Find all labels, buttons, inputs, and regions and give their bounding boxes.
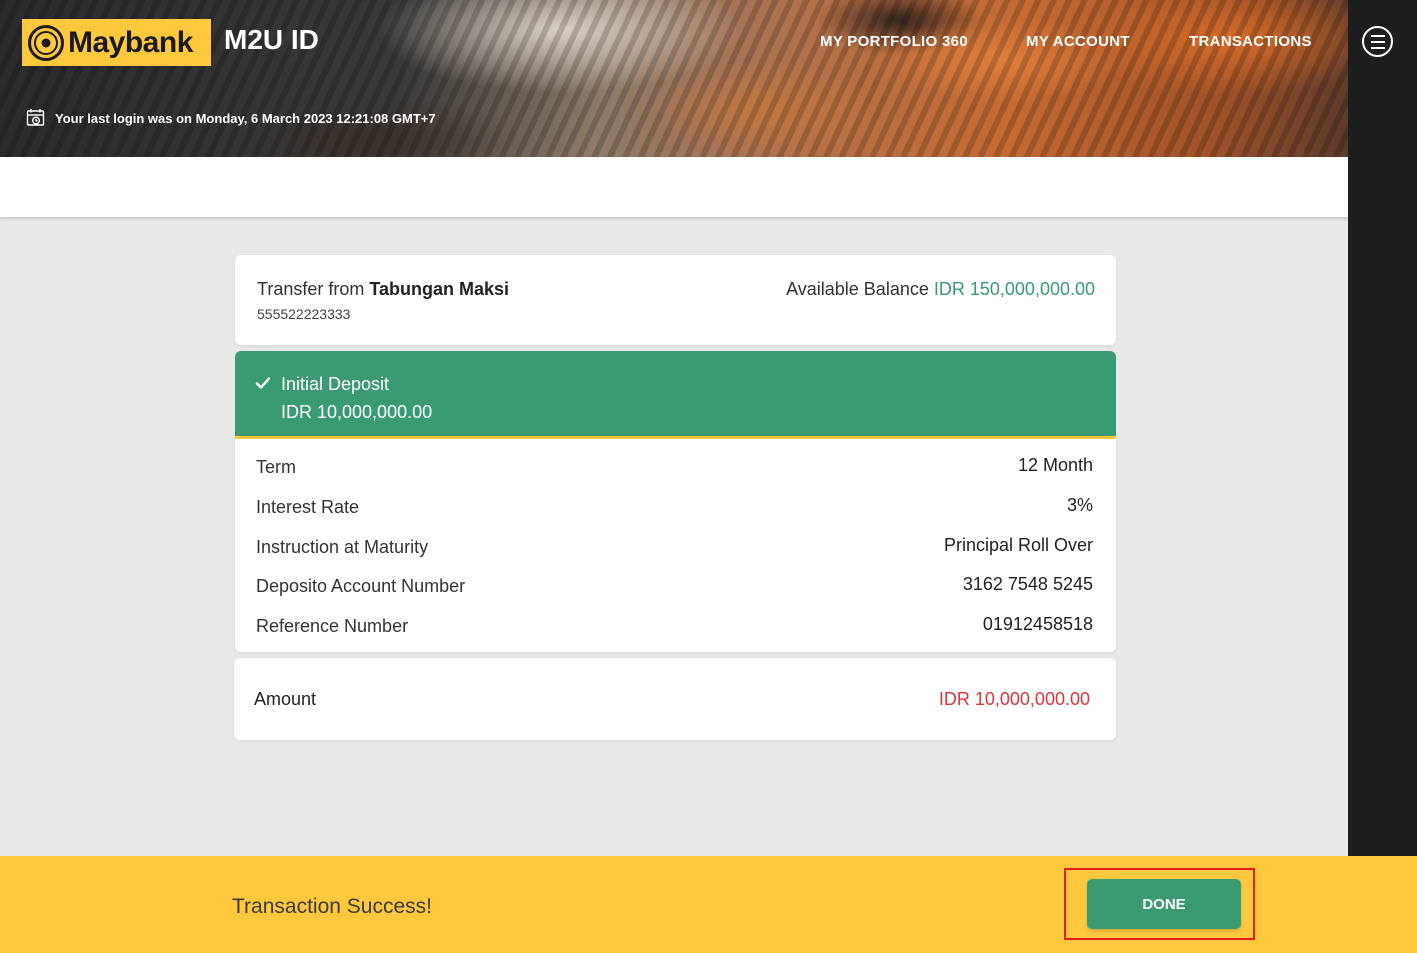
deposit-status-amount: IDR 10,000,000.00	[281, 402, 433, 422]
checkmark-icon	[255, 377, 271, 389]
last-login-text: Your last login was on Monday, 6 March 2…	[55, 110, 436, 126]
nav-transactions[interactable]: TRANSACTIONS	[1189, 33, 1312, 50]
footer-bar: Transaction Success! DONE	[0, 856, 1417, 953]
amount-label: Amount	[254, 689, 317, 709]
right-rail	[1348, 0, 1417, 857]
maybank-logo[interactable]: Maybank	[22, 19, 211, 66]
detail-row-term: Term 12 Month	[256, 455, 1093, 479]
calendar-clock-icon	[26, 109, 45, 126]
detail-value: 3%	[1066, 495, 1093, 515]
menu-button[interactable]	[1362, 26, 1393, 57]
detail-value: 12 Month	[1017, 455, 1093, 475]
transaction-success-message: Transaction Success!	[232, 895, 432, 918]
amount-card: Amount IDR 10,000,000.00	[234, 658, 1116, 740]
available-balance: Available Balance IDR 150,000,000.00	[786, 279, 1095, 299]
done-button[interactable]: DONE	[1087, 879, 1241, 929]
source-account-number: 555522223333	[257, 306, 351, 322]
detail-row-instruction-at-maturity: Instruction at Maturity Principal Roll O…	[256, 535, 1093, 559]
detail-label: Instruction at Maturity	[256, 537, 429, 557]
detail-value: 3162 7548 5245	[962, 574, 1093, 594]
detail-label: Reference Number	[256, 616, 409, 636]
sub-header-band	[0, 157, 1348, 217]
detail-label: Deposito Account Number	[256, 576, 466, 596]
source-account-card: Transfer from Tabungan Maksi 55552222333…	[235, 255, 1116, 345]
deposit-details-card: Term 12 Month Interest Rate 3% Instructi…	[235, 439, 1116, 652]
logo-text: Maybank	[68, 25, 193, 59]
detail-row-reference-number: Reference Number 01912458518	[256, 614, 1093, 638]
deposit-status-band: Initial Deposit IDR 10,000,000.00	[235, 351, 1116, 439]
deposit-status-label: Initial Deposit	[281, 374, 390, 394]
maybank-logo-icon	[28, 24, 64, 61]
detail-label: Term	[256, 457, 296, 477]
nav-my-portfolio-360[interactable]: MY PORTFOLIO 360	[820, 33, 968, 50]
nav-my-account[interactable]: MY ACCOUNT	[1026, 33, 1130, 50]
source-account-name: Tabungan Maksi	[369, 279, 510, 299]
detail-row-interest-rate: Interest Rate 3%	[256, 495, 1093, 519]
hamburger-menu-icon	[1370, 34, 1385, 37]
amount-value: IDR 10,000,000.00	[938, 689, 1090, 709]
detail-label: Interest Rate	[256, 497, 360, 517]
detail-value: 01912458518	[982, 614, 1093, 634]
detail-value: Principal Roll Over	[943, 535, 1093, 555]
available-balance-value: IDR 150,000,000.00	[933, 279, 1095, 299]
app-title: M2U ID	[224, 24, 319, 55]
transfer-from: Transfer from Tabungan Maksi	[257, 279, 510, 299]
detail-row-deposito-account-number: Deposito Account Number 3162 7548 5245	[256, 574, 1093, 598]
last-login-info: Your last login was on Monday, 6 March 2…	[26, 108, 436, 128]
